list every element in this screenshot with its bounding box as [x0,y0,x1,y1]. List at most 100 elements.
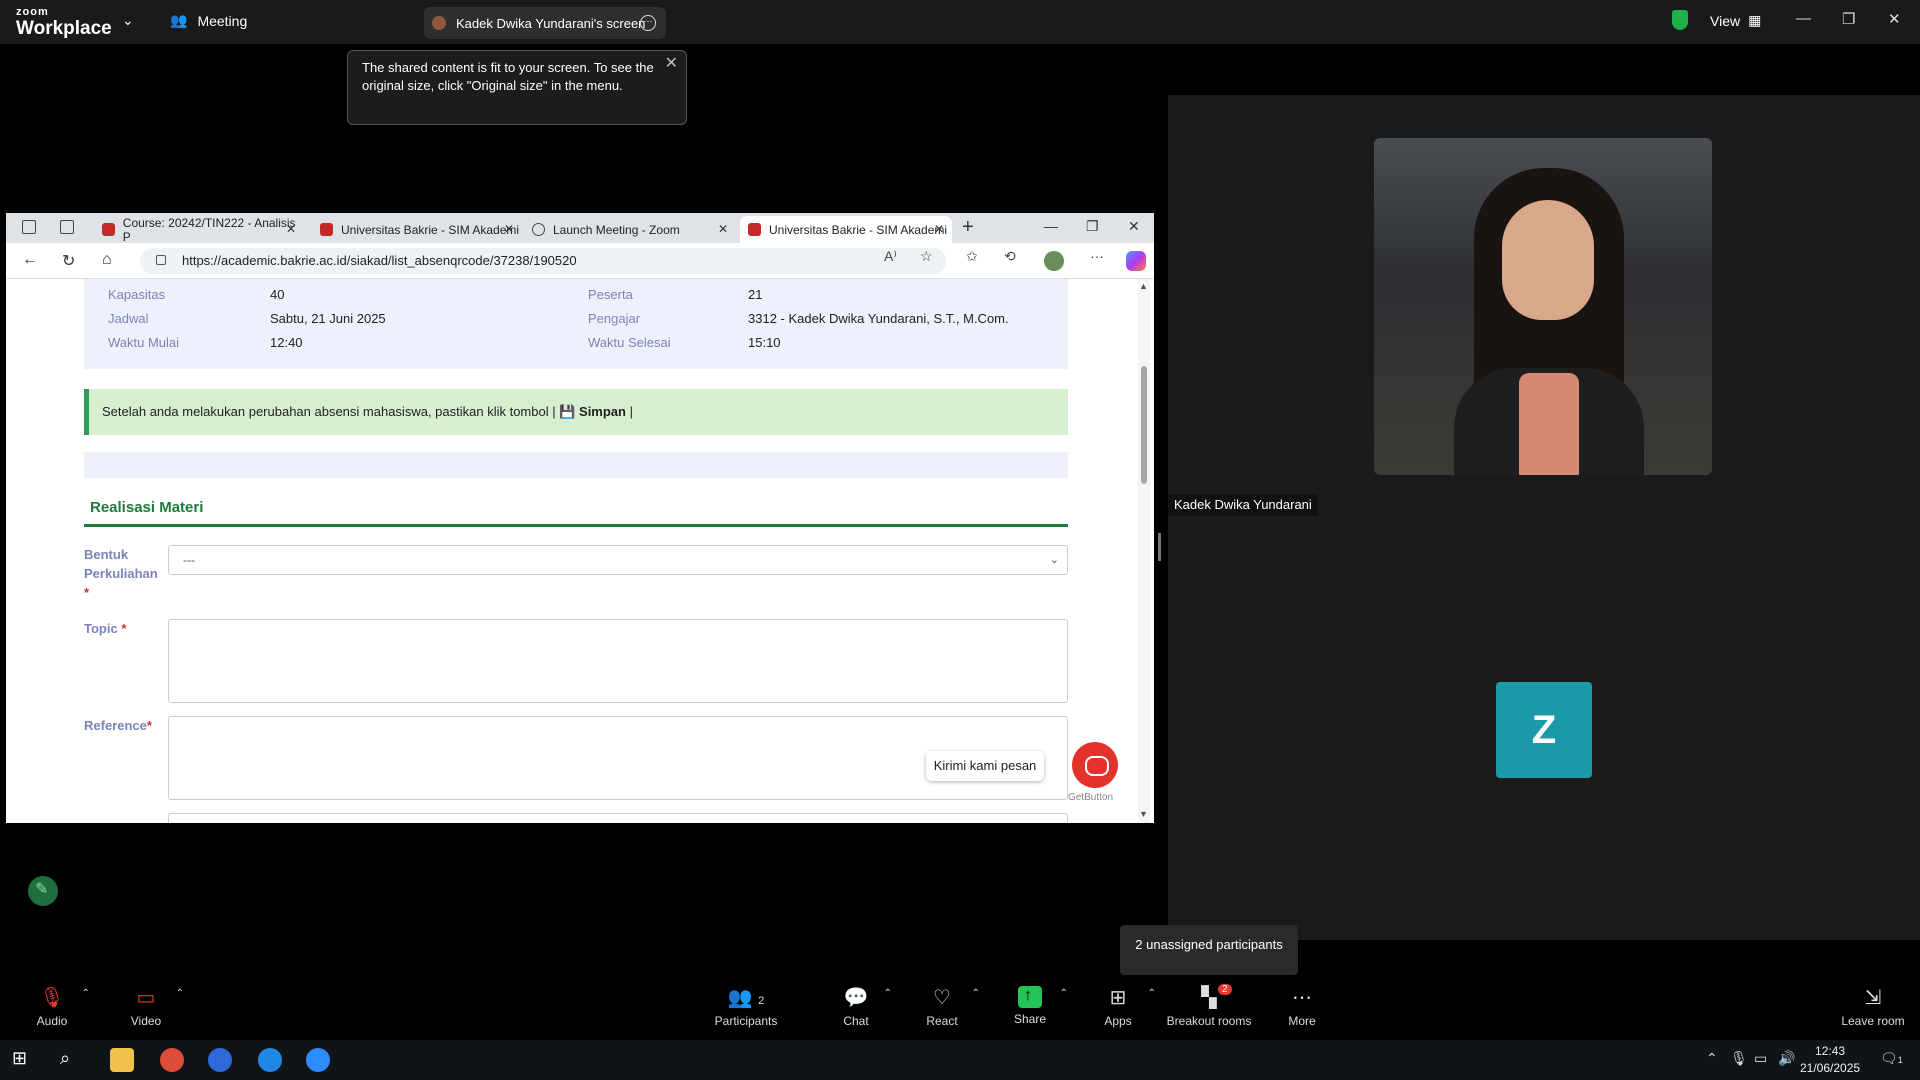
meeting-menu[interactable]: 👥 Meeting [170,12,247,29]
restore-icon[interactable]: ❐ [1842,10,1855,28]
mic-tray-icon[interactable]: 🎙 [1730,1050,1748,1067]
tab-label: Universitas Bakrie - SIM Akademi [769,222,948,237]
zoom-app-icon[interactable] [306,1048,330,1072]
chevron-down-icon: ⌄ [1049,554,1059,566]
caret-up-icon[interactable]: ⌃ [1148,988,1156,999]
favorites-icon[interactable]: ✩ [966,248,978,265]
bentuk-label-line2: Perkuliahan [84,566,158,581]
participant-video[interactable] [1374,138,1712,475]
history-icon[interactable]: ⟲ [1004,248,1016,265]
chat-button[interactable]: 💬 Chat ⌃ [840,986,892,1028]
address-bar-row: ← ↻ ⌂ https://academic.bakrie.ac.id/siak… [6,243,1154,279]
next-field[interactable] [168,813,1068,823]
participants-count: 2 [758,995,765,1007]
participant-face [1502,200,1594,320]
moodle-favicon-icon [102,223,115,236]
kapasitas-value: 40 [270,287,285,302]
tab-sim-active[interactable]: Universitas Bakrie - SIM Akademi ✕ [740,216,952,243]
breakout-rooms-button[interactable]: ▚ 2 Breakout rooms [1166,984,1252,1028]
security-shield-icon[interactable] [1672,10,1688,30]
topic-label-text: Topic [84,621,118,636]
file-explorer-icon[interactable] [110,1048,134,1072]
topic-textarea[interactable] [168,619,1068,703]
app-icon[interactable] [208,1048,232,1072]
restore-icon[interactable]: ❐ [1086,218,1099,235]
network-icon[interactable]: ▭ [1754,1050,1767,1067]
peserta-value: 21 [748,287,763,302]
caret-up-icon[interactable]: ⌃ [82,988,90,999]
more-options-icon[interactable]: ··· [640,15,656,31]
new-tab-icon[interactable]: + [962,216,974,239]
caret-up-icon[interactable]: ⌃ [176,988,184,999]
profile-avatar[interactable] [1044,251,1064,271]
caret-up-icon[interactable]: ⌃ [1060,988,1068,999]
lock-icon[interactable] [156,255,166,265]
minimize-icon[interactable]: — [1796,10,1811,27]
close-tab-icon[interactable]: ✕ [504,222,514,236]
scroll-down-icon[interactable]: ▼ [1139,809,1148,819]
audio-button[interactable]: 🎙 Audio ⌃ [34,986,90,1028]
meeting-label: Meeting [197,12,248,29]
read-aloud-icon[interactable]: A⁾ [884,248,897,265]
react-button[interactable]: ♡ React ⌃ [924,986,980,1028]
view-button[interactable]: View ▦ [1710,12,1761,29]
back-icon[interactable]: ← [22,251,38,269]
shared-screen-pill[interactable]: Kadek Dwika Yundarani's screen ··· [424,7,666,39]
close-tab-icon[interactable]: ✕ [934,222,944,236]
alert-text: Setelah anda melakukan perubahan absensi… [102,404,556,419]
volume-icon[interactable]: 🔊 [1778,1050,1795,1067]
class-info-panel: Kapasitas 40 Jadwal Sabtu, 21 Juni 2025 … [84,279,1068,369]
bentuk-perkuliahan-select[interactable]: --- ⌄ [168,545,1068,575]
notifications-icon[interactable]: 🗨1 [1880,1050,1903,1067]
close-icon[interactable]: ✕ [1128,218,1140,235]
caret-up-icon[interactable]: ⌃ [884,988,892,999]
video-button[interactable]: ▭ Video ⌃ [128,986,184,1028]
participants-button[interactable]: 👥 2 Participants [714,986,778,1028]
required-mark: * [84,585,90,600]
zoom-title-bar: zoom Workplace ⌄ 👥 Meeting Kadek Dwika Y… [0,0,1920,44]
minimize-icon[interactable]: — [1044,218,1058,234]
tab-sim-1[interactable]: Universitas Bakrie - SIM Akademi ✕ [312,216,522,243]
leave-room-button[interactable]: ⇲ Leave room [1840,986,1906,1028]
chat-widget-icon[interactable] [1072,742,1118,788]
copilot-icon[interactable] [1126,251,1146,271]
search-icon[interactable]: ⌕ [60,1048,84,1072]
annotate-pen-icon[interactable] [28,876,58,906]
more-icon: ⋯ [1292,987,1312,1009]
scroll-up-icon[interactable]: ▲ [1139,281,1148,291]
simpan-text: 💾 Simpan [559,404,626,419]
apps-button[interactable]: ⊞ Apps ⌃ [1100,986,1156,1028]
panel-resize-handle[interactable] [1158,533,1161,561]
caret-up-icon[interactable]: ⌃ [972,988,980,999]
url-field[interactable]: https://academic.bakrie.ac.id/siakad/lis… [140,248,946,274]
jadwal-label: Jadwal [108,311,149,326]
edge-icon[interactable] [258,1048,282,1072]
getbutton-credit[interactable]: GetButton [1068,792,1113,803]
send-message-bubble[interactable]: Kirimi kami pesan [926,751,1044,781]
scroll-thumb[interactable] [1141,366,1147,484]
page-scrollbar[interactable]: ▲ ▼ [1138,279,1150,823]
system-clock[interactable]: 12:43 21/06/2025 [1800,1043,1860,1077]
windows-start-icon[interactable]: ⊞ [12,1048,36,1072]
tray-chevron-icon[interactable]: ⌃ [1706,1050,1718,1067]
share-button[interactable]: Share ⌃ [1012,986,1068,1026]
tab-launch-zoom[interactable]: Launch Meeting - Zoom ✕ [524,216,736,243]
react-label: React [926,1014,958,1028]
waktu-selesai-value: 15:10 [748,335,781,350]
close-tab-icon[interactable]: ✕ [286,222,296,236]
close-icon[interactable]: ✕ [665,55,678,73]
chevron-down-icon[interactable]: ⌄ [122,12,134,29]
home-icon[interactable]: ⌂ [102,251,112,269]
favorite-star-icon[interactable]: ☆ [920,248,933,265]
close-icon[interactable]: ✕ [1888,10,1901,28]
bakrie-favicon-icon [320,223,333,236]
tab-actions-icon[interactable] [60,220,74,234]
participant-initial-tile[interactable]: Z [1496,682,1592,778]
chrome-icon[interactable] [160,1048,184,1072]
more-button[interactable]: ⋯ More [1286,986,1318,1028]
close-tab-icon[interactable]: ✕ [718,222,728,236]
more-icon[interactable]: ··· [1090,248,1104,264]
workspaces-icon[interactable] [22,220,36,234]
refresh-icon[interactable]: ↻ [62,251,75,271]
tab-course[interactable]: Course: 20242/TIN222 - Analisis P ✕ [94,216,304,244]
